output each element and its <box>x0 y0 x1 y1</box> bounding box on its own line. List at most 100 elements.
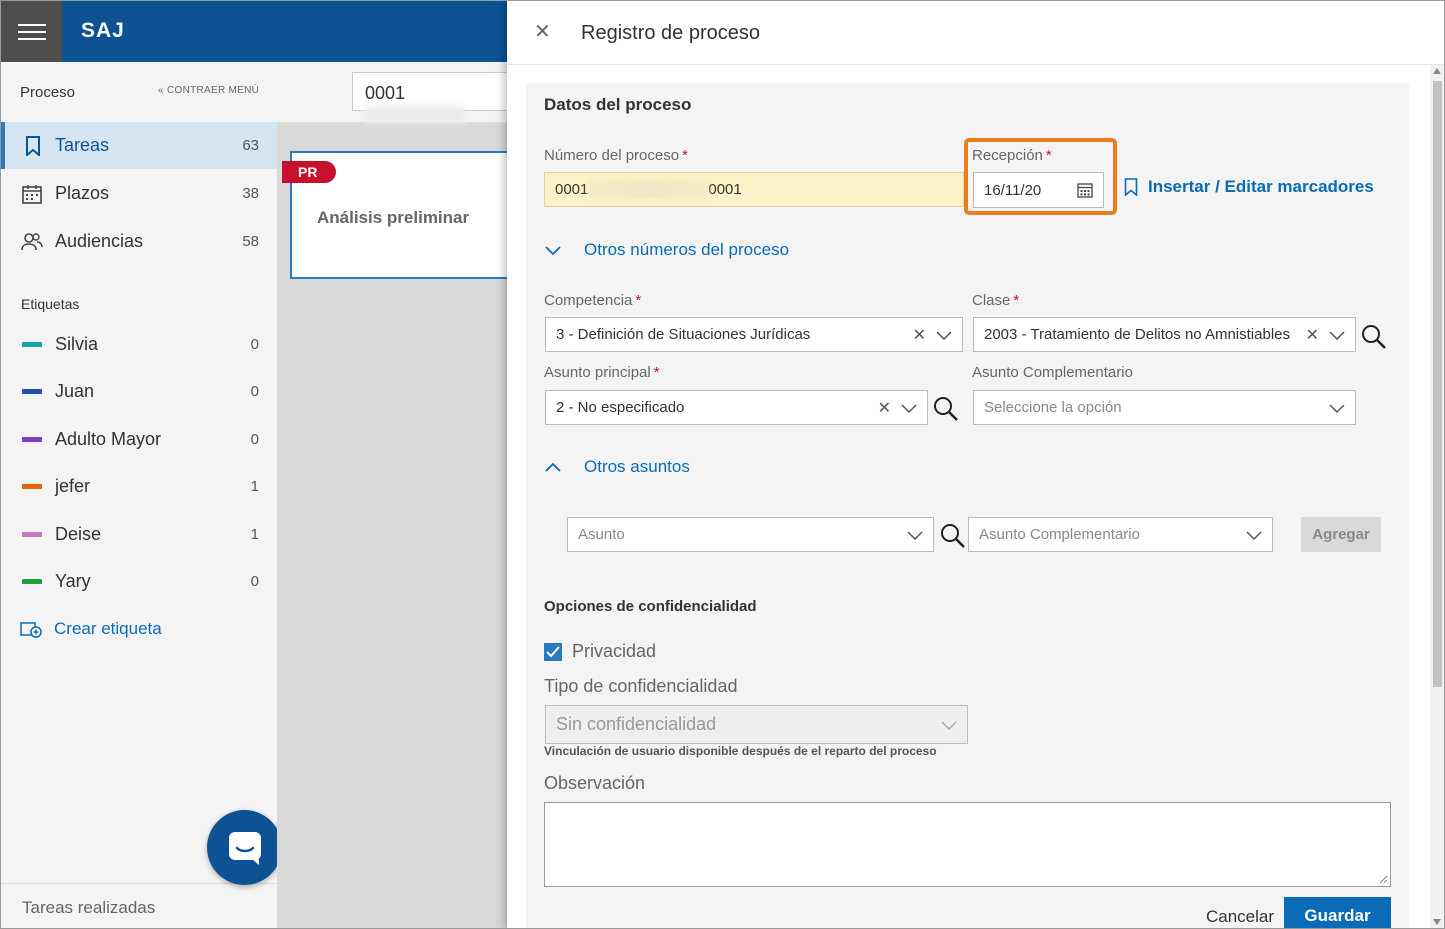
sidebar-item-plazos[interactable]: Plazos 38 <box>1 170 277 217</box>
add-subject-button[interactable]: Agregar <box>1301 517 1381 552</box>
confidentiality-hint: Vinculación de usuario disponible despué… <box>544 744 937 758</box>
tag-label: Juan <box>55 380 95 401</box>
clear-icon[interactable]: ✕ <box>878 398 891 418</box>
asunto-principal-value: 2 - No especificado <box>556 399 685 416</box>
collapse-menu-label: CONTRAER MENÚ <box>166 85 260 96</box>
search-icon[interactable] <box>940 523 966 549</box>
redacted-text <box>588 180 709 199</box>
scroll-down-icon[interactable] <box>1433 919 1441 925</box>
tags-section-title: Etiquetas <box>21 296 80 312</box>
clear-icon[interactable]: ✕ <box>1306 325 1319 345</box>
search-icon[interactable] <box>933 396 959 422</box>
clear-icon[interactable]: ✕ <box>913 325 926 345</box>
close-icon[interactable]: ✕ <box>534 22 554 42</box>
asunto-complementario-add-select[interactable]: Asunto Complementario <box>968 517 1273 552</box>
chevron-down-icon[interactable] <box>901 403 917 413</box>
chevron-down-icon[interactable] <box>1329 403 1345 413</box>
asunto-complementario-select[interactable]: Seleccione la opción <box>973 390 1356 425</box>
competencia-select[interactable]: 3 - Definición de Situaciones Jurídicas … <box>545 317 963 352</box>
tag-color-icon <box>22 578 42 584</box>
tag-item-juan[interactable]: Juan 0 <box>1 371 277 411</box>
asunto-placeholder: Asunto <box>578 526 625 543</box>
other-numbers-toggle[interactable]: Otros números del proceso <box>544 240 789 260</box>
edit-markers-link[interactable]: Insertar / Editar marcadores <box>1124 177 1374 197</box>
tag-count: 0 <box>250 335 259 353</box>
competencia-label: Competencia * <box>544 292 642 309</box>
panel-title: Registro de proceso <box>581 22 760 44</box>
checkmark-icon[interactable] <box>544 642 562 661</box>
sidebar-footer[interactable]: Tareas realizadas <box>1 883 277 928</box>
section-title: Datos del proceso <box>544 95 692 114</box>
tag-label: Silvia <box>55 333 99 354</box>
process-number-field[interactable]: 0001 0001 <box>544 172 964 207</box>
asunto-complementario-placeholder: Seleccione la opción <box>984 399 1122 416</box>
add-tag-icon <box>20 622 42 638</box>
process-number-prefix: 0001 <box>555 181 589 198</box>
sidebar-item-tareas[interactable]: Tareas 63 <box>1 122 277 169</box>
tag-label: Adulto Mayor <box>55 428 162 449</box>
tag-item-deise[interactable]: Deise 1 <box>1 514 277 554</box>
tag-count: 1 <box>250 477 259 495</box>
sidebar-item-label: Audiencias <box>55 231 144 251</box>
tag-item-silvia[interactable]: Silvia 0 <box>1 324 277 364</box>
chevron-down-icon[interactable] <box>1246 530 1262 540</box>
tag-color-icon <box>22 341 42 347</box>
tag-count: 0 <box>250 572 259 590</box>
clase-select[interactable]: 2003 - Tratamiento de Delitos no Amnisti… <box>973 317 1356 352</box>
other-numbers-label: Otros números del proceso <box>584 240 790 259</box>
app-window: SAJ Proceso « CONTRAER MENÚ Tareas 63 Pl… <box>0 0 1445 929</box>
tag-item-jefer[interactable]: jefer 1 <box>1 466 277 506</box>
tag-item-adulto-mayor[interactable]: Adulto Mayor 0 <box>1 419 277 459</box>
process-register-panel: ✕ Registro de proceso Datos del proceso … <box>507 1 1444 928</box>
create-tag-label: Crear etiqueta <box>54 619 162 638</box>
asunto-principal-select[interactable]: 2 - No especificado ✕ <box>545 390 928 425</box>
sidebar-item-count: 38 <box>242 185 259 202</box>
sidebar-item-audiencias[interactable]: Audiencias 58 <box>1 218 277 265</box>
clase-value: 2003 - Tratamiento de Delitos no Amnisti… <box>984 326 1290 343</box>
tag-count: 1 <box>250 525 259 543</box>
save-button[interactable]: Guardar <box>1284 897 1391 928</box>
app-logo: SAJ <box>81 19 125 42</box>
confidentiality-type-select[interactable]: Sin confidencialidad <box>545 705 968 744</box>
sidebar-item-count: 58 <box>242 233 259 250</box>
hamburger-menu-icon[interactable] <box>1 1 62 62</box>
scroll-up-icon[interactable] <box>1433 68 1441 74</box>
tag-label: Yary <box>55 570 91 591</box>
privacy-label: Privacidad <box>572 641 657 661</box>
panel-header: ✕ Registro de proceso <box>507 1 1444 65</box>
chevron-up-icon <box>545 462 561 472</box>
chevron-down-icon[interactable] <box>936 330 952 340</box>
competencia-value: 3 - Definición de Situaciones Jurídicas <box>556 326 811 343</box>
people-icon <box>21 231 43 253</box>
panel-scrollbar[interactable] <box>1430 65 1444 928</box>
other-subjects-toggle[interactable]: Otros asuntos <box>544 457 690 477</box>
tag-color-icon <box>22 483 42 489</box>
collapse-menu-button[interactable]: « CONTRAER MENÚ <box>158 85 259 96</box>
main-toolbar: 0001 <box>277 62 512 125</box>
tag-item-yary[interactable]: Yary 0 <box>1 561 277 601</box>
search-icon[interactable] <box>1361 324 1387 350</box>
chevron-down-icon[interactable] <box>1329 330 1345 340</box>
tag-color-icon <box>22 436 42 442</box>
observation-textarea[interactable] <box>544 802 1391 887</box>
chat-launcher-button[interactable] <box>207 810 282 885</box>
asunto-select[interactable]: Asunto <box>567 517 934 552</box>
asunto-complementario-label: Asunto Complementario <box>972 364 1133 381</box>
chevron-down-icon[interactable] <box>907 530 923 540</box>
tag-count: 0 <box>250 430 259 448</box>
scrollbar-thumb[interactable] <box>1433 81 1442 687</box>
observation-label: Observación <box>544 773 646 793</box>
sidebar-item-label: Tareas <box>55 135 110 155</box>
cancel-button[interactable]: Cancelar <box>1206 907 1274 927</box>
tag-count: 0 <box>250 382 259 400</box>
create-tag-link[interactable]: Crear etiqueta <box>20 619 162 639</box>
main-content: 0001 Análisis preliminar PR <box>277 62 520 928</box>
privacy-checkbox[interactable]: Privacidad <box>544 641 656 662</box>
sidebar-item-count: 63 <box>242 137 259 154</box>
bookmark-icon <box>22 135 44 157</box>
process-search-input[interactable]: 0001 <box>352 72 512 125</box>
bookmark-icon <box>1124 178 1138 196</box>
resize-handle-icon[interactable] <box>1378 874 1388 884</box>
task-badge: PR <box>282 161 336 183</box>
highlight-box <box>964 138 1117 215</box>
